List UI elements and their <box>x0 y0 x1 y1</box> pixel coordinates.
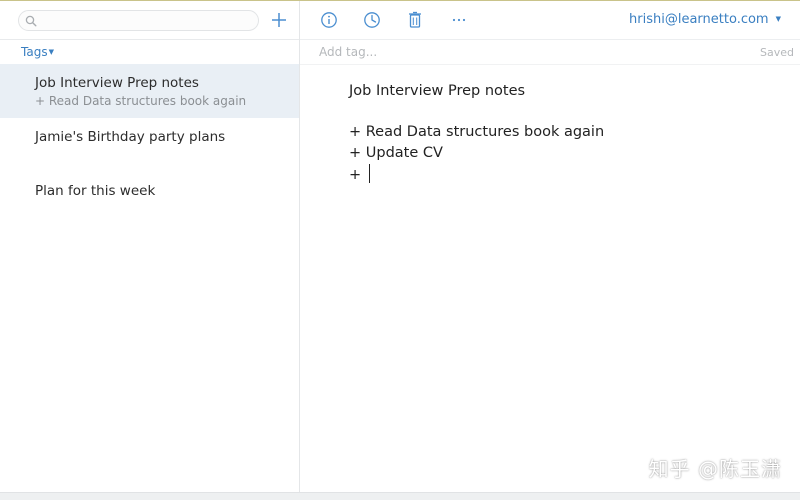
tags-row: Tags▼ <box>0 40 299 64</box>
tags-filter-button[interactable]: Tags▼ <box>21 45 54 59</box>
note-list-item[interactable]: Jamie's Birthday party plans <box>0 118 299 172</box>
text-cursor <box>368 164 370 183</box>
note-title: Job Interview Prep notes <box>35 75 199 91</box>
note-editor[interactable]: Job Interview Prep notes + Read Data str… <box>349 81 769 185</box>
search-box[interactable] <box>18 10 259 31</box>
info-icon[interactable] <box>319 10 339 30</box>
new-note-button[interactable] <box>269 10 289 30</box>
bottom-strip <box>0 492 800 500</box>
tags-label: Tags <box>21 45 48 59</box>
search-bar <box>0 1 299 40</box>
note-list-item[interactable]: Plan for this week <box>0 172 299 226</box>
more-icon[interactable] <box>449 10 469 30</box>
search-input[interactable] <box>41 12 251 29</box>
editor-line-text: + <box>349 167 366 183</box>
add-tag-input[interactable] <box>319 44 619 60</box>
editor-toolbar: hrishi@learnetto.com ▼ <box>300 1 800 40</box>
note-list: Job Interview Prep notes + Read Data str… <box>0 64 299 226</box>
watermark: 知乎 @陈玉潇 <box>648 457 782 481</box>
tag-row: Saved <box>300 40 800 65</box>
account-menu[interactable]: hrishi@learnetto.com ▼ <box>629 12 781 27</box>
note-sidebar: Tags▼ Job Interview Prep notes + Read Da… <box>0 1 300 493</box>
note-title: Jamie's Birthday party plans <box>35 129 226 145</box>
history-icon[interactable] <box>362 10 382 30</box>
simplenote-app: Tags▼ Job Interview Prep notes + Read Da… <box>0 0 800 500</box>
caret-down-icon: ▼ <box>48 48 54 56</box>
note-list-item[interactable]: Job Interview Prep notes + Read Data str… <box>0 64 299 118</box>
note-title: Plan for this week <box>35 183 156 199</box>
trash-icon[interactable] <box>405 10 425 30</box>
search-icon <box>25 15 37 27</box>
note-preview: + Read Data structures book again <box>35 94 247 108</box>
account-email: hrishi@learnetto.com <box>629 12 769 27</box>
editor-line-current: + <box>349 164 769 185</box>
editor-line: Job Interview Prep notes <box>349 83 526 99</box>
editor-line: + Update CV <box>349 145 443 161</box>
save-status: Saved <box>760 46 794 59</box>
caret-down-icon: ▼ <box>775 15 781 23</box>
editor-line: + Read Data structures book again <box>349 124 605 140</box>
